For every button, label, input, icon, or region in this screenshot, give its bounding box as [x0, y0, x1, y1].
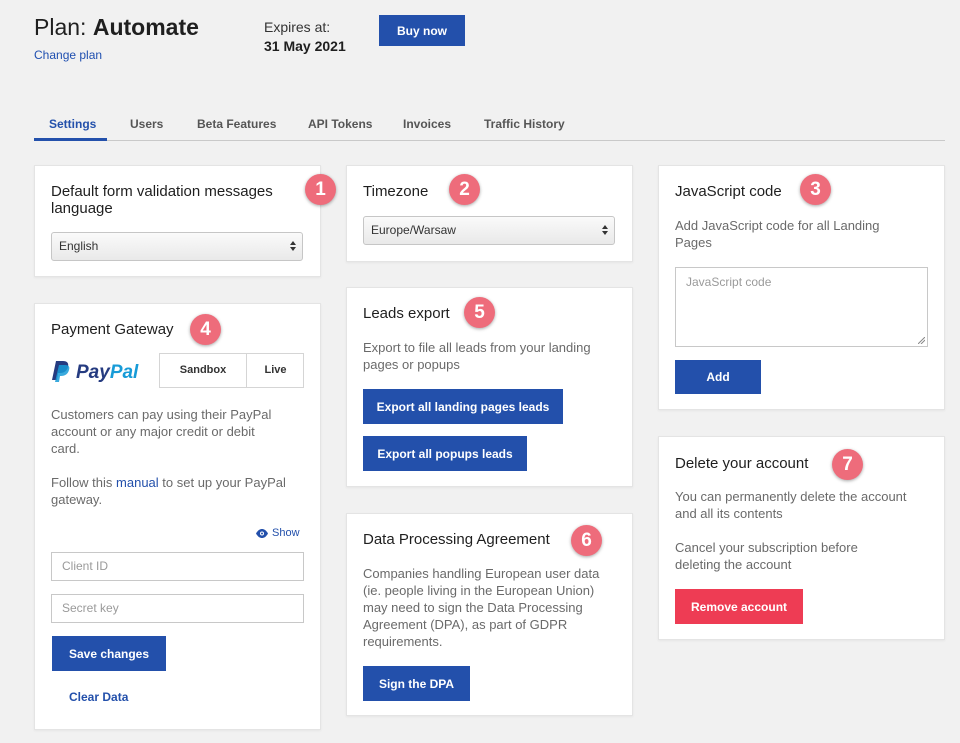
delete-account-description: You can permanently delete the account a…	[675, 488, 907, 522]
delete-account-title: Delete your account	[675, 455, 809, 472]
javascript-code-description: Add JavaScript code for all Landing Page…	[675, 217, 880, 251]
leads-desc-line1: Export to file all leads from your landi…	[363, 340, 591, 355]
delete-account-card: Delete your account 7 You can permanentl…	[658, 436, 945, 640]
javascript-desc-line1: Add JavaScript code for all Landing	[675, 218, 880, 233]
secret-key-input[interactable]: Secret key	[51, 594, 304, 623]
dpa-description: Companies handling European user data (i…	[363, 565, 599, 650]
buy-now-button[interactable]: Buy now	[379, 15, 465, 46]
settings-tabs: Settings Users Beta Features API Tokens …	[34, 114, 945, 141]
cancel-subscription-note: Cancel your subscription before deleting…	[675, 539, 858, 573]
plan-title: Plan: Automate	[34, 14, 199, 41]
follow-post: to set up your PayPal	[158, 475, 286, 490]
badge-6: 6	[571, 525, 602, 556]
javascript-code-placeholder: JavaScript code	[686, 275, 772, 289]
tab-traffic-history[interactable]: Traffic History	[484, 117, 565, 131]
paypal-wordmark-pay: Pay	[76, 362, 110, 383]
dpa-desc-line1: Companies handling European user data	[363, 566, 600, 581]
dpa-title: Data Processing Agreement	[363, 531, 550, 548]
payment-gateway-title: Payment Gateway	[51, 321, 174, 338]
cancel-note-line2: deleting the account	[675, 557, 792, 572]
payment-desc-line3: card.	[51, 441, 80, 456]
timezone-title: Timezone	[363, 183, 429, 200]
javascript-desc-line2: Pages	[675, 235, 712, 250]
dpa-desc-line5: requirements.	[363, 634, 443, 649]
plan-name: Automate	[92, 14, 199, 40]
paypal-mode-toggle: Sandbox Live	[159, 353, 304, 388]
payment-gateway-card: Payment Gateway 4 PayPal Sandbox Live Cu…	[34, 303, 321, 730]
save-changes-button[interactable]: Save changes	[52, 636, 166, 671]
payment-manual-line1: Follow this manual to set up your PayPal	[51, 474, 286, 491]
cancel-note-line1: Cancel your subscription before	[675, 540, 858, 555]
active-tab-indicator	[34, 138, 107, 141]
tab-beta-features[interactable]: Beta Features	[197, 117, 276, 131]
live-option[interactable]: Live	[247, 354, 304, 387]
client-id-input[interactable]: Client ID	[51, 552, 304, 581]
leads-export-card: Leads export 5 Export to file all leads …	[346, 287, 633, 487]
paypal-icon	[52, 361, 70, 382]
eye-icon	[256, 529, 268, 538]
payment-desc-line1: Customers can pay using their PayPal	[51, 407, 272, 422]
timezone-select[interactable]: Europe/Warsaw	[363, 216, 615, 245]
javascript-code-title: JavaScript code	[675, 183, 782, 200]
paypal-wordmark: PayPal	[76, 362, 138, 384]
javascript-code-card: JavaScript code 3 Add JavaScript code fo…	[658, 165, 945, 410]
remove-account-button[interactable]: Remove account	[675, 589, 803, 624]
dpa-desc-line2: (ie. people living in the European Union…	[363, 583, 595, 598]
leads-desc-line2: pages or popups	[363, 357, 460, 372]
javascript-code-textarea[interactable]: JavaScript code	[675, 267, 928, 347]
validation-language-select[interactable]: English	[51, 232, 303, 261]
export-landing-pages-leads-button[interactable]: Export all landing pages leads	[363, 389, 563, 424]
badge-1: 1	[305, 174, 336, 205]
plan-header: Plan: Automate Change plan Expires at: 3…	[0, 0, 960, 100]
paypal-wordmark-pal: Pal	[109, 362, 139, 383]
sandbox-option[interactable]: Sandbox	[160, 354, 247, 387]
plan-label: Plan:	[34, 14, 87, 40]
tab-api-tokens[interactable]: API Tokens	[308, 117, 372, 131]
timezone-value: Europe/Warsaw	[371, 223, 456, 237]
validation-title-line2: language	[51, 200, 113, 217]
follow-pre: Follow this	[51, 475, 117, 490]
badge-5: 5	[464, 297, 495, 328]
delete-desc-line1: You can permanently delete the account	[675, 489, 907, 504]
manual-link[interactable]: manual	[116, 475, 159, 490]
tab-settings[interactable]: Settings	[49, 117, 96, 131]
clear-data-link[interactable]: Clear Data	[69, 690, 128, 704]
select-arrows-icon	[290, 241, 296, 251]
data-processing-agreement-card: Data Processing Agreement 6 Companies ha…	[346, 513, 633, 716]
sign-dpa-button[interactable]: Sign the DPA	[363, 666, 470, 701]
change-plan-link[interactable]: Change plan	[34, 48, 102, 62]
payment-manual-text: Follow this manual to set up your PayPal…	[51, 474, 286, 508]
add-javascript-button[interactable]: Add	[675, 360, 761, 394]
payment-desc-line2: account or any major credit or debit	[51, 424, 255, 439]
validation-language-card: Default form validation messages languag…	[34, 165, 336, 277]
leads-export-title: Leads export	[363, 305, 450, 322]
resize-handle-icon[interactable]	[918, 337, 925, 344]
validation-title-line1: Default form validation messages	[51, 183, 273, 200]
badge-4: 4	[190, 314, 221, 345]
export-popups-leads-button[interactable]: Export all popups leads	[363, 436, 527, 471]
validation-language-title: Default form validation messages languag…	[51, 183, 273, 217]
dpa-desc-line4: Agreement (DPA), as part of GDPR	[363, 617, 568, 632]
badge-3: 3	[800, 174, 831, 205]
dpa-desc-line3: may need to sign the Data Processing	[363, 600, 583, 615]
expires-date: 31 May 2021	[264, 38, 346, 54]
badge-2: 2	[449, 174, 480, 205]
expires-label: Expires at:	[264, 19, 331, 35]
select-arrows-icon	[602, 225, 608, 235]
payment-manual-line2: gateway.	[51, 492, 103, 507]
delete-desc-line2: and all its contents	[675, 506, 783, 521]
validation-language-value: English	[59, 239, 99, 253]
tab-invoices[interactable]: Invoices	[403, 117, 451, 131]
badge-7: 7	[832, 449, 863, 480]
tab-users[interactable]: Users	[130, 117, 163, 131]
payment-description: Customers can pay using their PayPal acc…	[51, 406, 271, 457]
leads-export-description: Export to file all leads from your landi…	[363, 339, 591, 373]
timezone-card: Timezone 2 Europe/Warsaw	[346, 165, 633, 262]
show-label: Show	[272, 527, 300, 539]
